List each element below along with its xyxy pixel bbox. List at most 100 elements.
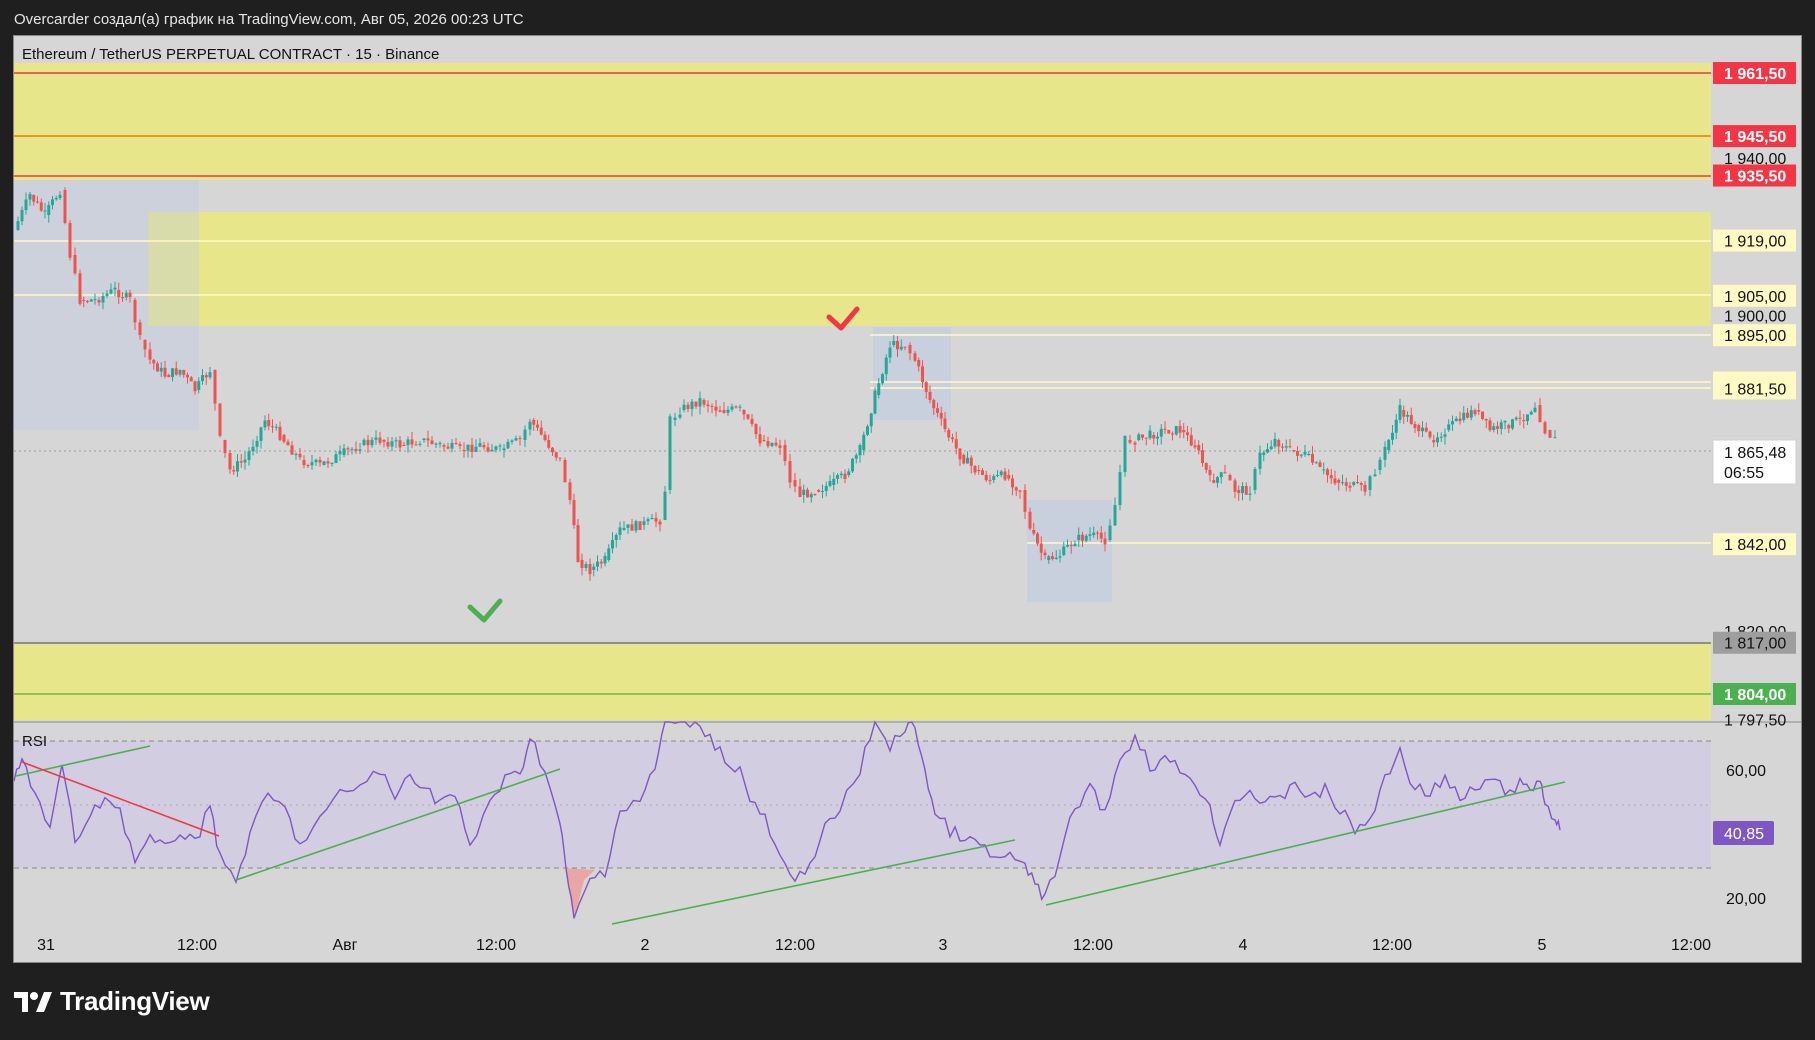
candle-body xyxy=(580,560,584,568)
candle-body xyxy=(877,383,881,395)
brand-logo[interactable]: TradingView xyxy=(14,986,210,1017)
candle-body xyxy=(1303,451,1307,455)
candle-body xyxy=(1529,411,1533,415)
candle-body xyxy=(1284,446,1288,448)
candle-body xyxy=(1148,430,1152,439)
candle-body xyxy=(734,406,738,408)
candle-body xyxy=(839,473,843,476)
candle-body xyxy=(551,447,554,453)
candle-body xyxy=(1402,410,1406,417)
candle-body xyxy=(817,490,821,492)
candle-body xyxy=(1186,432,1189,436)
symbol-title[interactable]: Ethereum / TetherUS PERPETUAL CONTRACT ·… xyxy=(22,46,439,63)
candle-body xyxy=(478,443,482,447)
time-label: 12:00 xyxy=(476,937,516,954)
candle-body xyxy=(1533,407,1537,412)
rsi-level-60: 60,00 xyxy=(1726,763,1766,780)
candle-body xyxy=(16,221,20,230)
candle-body xyxy=(63,190,67,223)
candle-body xyxy=(278,426,282,440)
price-axis[interactable]: 1 961,501 945,501 940,001 935,501 919,00… xyxy=(1713,62,1796,730)
rsi-pane[interactable]: RSI xyxy=(13,720,1711,925)
candle-body xyxy=(223,440,227,454)
candle-body xyxy=(446,446,450,449)
rsi-oversold-fill xyxy=(565,868,595,920)
candle-body xyxy=(1137,434,1141,440)
candle-body xyxy=(24,199,28,210)
candle-body xyxy=(1538,405,1542,423)
time-label: 12:00 xyxy=(775,937,815,954)
candle-body xyxy=(1258,452,1262,469)
candle-body xyxy=(1428,431,1432,438)
candle-body xyxy=(576,525,580,563)
candle-body xyxy=(1036,533,1039,544)
candle-body xyxy=(913,353,917,361)
candle-body xyxy=(778,445,782,448)
rsi-axis[interactable]: 60,00 20,00 40,85 xyxy=(1713,763,1774,908)
candle-body xyxy=(306,465,310,467)
candle-body xyxy=(1296,451,1299,456)
candle-body xyxy=(68,222,72,258)
candle-body xyxy=(702,400,706,405)
candle-body xyxy=(28,194,32,200)
price-label: 1 842,00 xyxy=(1713,533,1796,556)
candle-body xyxy=(1514,417,1518,420)
candle-body xyxy=(726,409,730,413)
candle-body xyxy=(482,445,486,448)
candle-body xyxy=(884,357,888,375)
candle-body xyxy=(742,410,746,415)
candle-body xyxy=(1028,511,1032,529)
candle-body xyxy=(1507,425,1511,429)
price-label: 1 935,50 xyxy=(1713,164,1796,187)
candle-body xyxy=(896,340,899,350)
candle-body xyxy=(847,471,851,475)
candle-body xyxy=(518,438,522,440)
candle-body xyxy=(1322,469,1326,471)
candle-body xyxy=(969,457,973,466)
candle-body xyxy=(1299,454,1303,456)
time-axis[interactable]: 31 12:00 Авг 12:00 2 12:00 3 12:00 4 12:00 5 12:00 xyxy=(37,937,1711,954)
candle-body xyxy=(646,519,650,522)
chart-canvas[interactable]: RSI Ethereum / TetherUS PERPETUAL CONTRA… xyxy=(0,0,1815,1040)
candle-body xyxy=(1481,411,1484,419)
candle-body xyxy=(1526,414,1529,422)
candle-body xyxy=(406,439,410,446)
candle-body xyxy=(290,445,294,455)
tradingview-logo-icon xyxy=(14,991,52,1012)
candle-body xyxy=(813,494,817,496)
candle-body xyxy=(1503,420,1507,423)
candle-body xyxy=(178,369,182,375)
candle-body xyxy=(370,439,374,446)
candle-body xyxy=(159,367,163,372)
candle-body xyxy=(1417,425,1421,432)
supply-zone-top xyxy=(14,63,1711,180)
candle-body xyxy=(630,524,634,531)
candle-body xyxy=(828,480,832,486)
candle-body xyxy=(1553,437,1557,439)
candle-body xyxy=(718,410,722,412)
candle-body xyxy=(394,440,398,442)
candle-body xyxy=(486,447,490,452)
candle-body xyxy=(899,346,903,350)
price-label-text: 1 935,50 xyxy=(1724,169,1786,186)
candle-body xyxy=(798,486,802,498)
candle-body xyxy=(1266,449,1269,453)
price-label: 1 919,00 xyxy=(1713,229,1796,252)
candle-body xyxy=(1054,557,1058,560)
candle-body xyxy=(1484,418,1488,421)
candle-body xyxy=(917,360,921,367)
candle-body xyxy=(228,453,232,470)
candle-body xyxy=(1356,482,1359,484)
candle-body xyxy=(1108,525,1112,540)
zones-layer xyxy=(14,63,1711,720)
candle-body xyxy=(1123,435,1127,473)
price-label-text: 1 905,00 xyxy=(1724,289,1786,306)
candle-body xyxy=(1051,556,1054,560)
current-price-label: 1 865,48 06:55 xyxy=(1712,439,1797,485)
candle-body xyxy=(1447,424,1451,430)
candle-body xyxy=(626,524,630,528)
candle-body xyxy=(502,448,506,450)
candle-body xyxy=(208,372,212,378)
candle-body xyxy=(1128,440,1132,443)
candle-body xyxy=(418,443,422,445)
